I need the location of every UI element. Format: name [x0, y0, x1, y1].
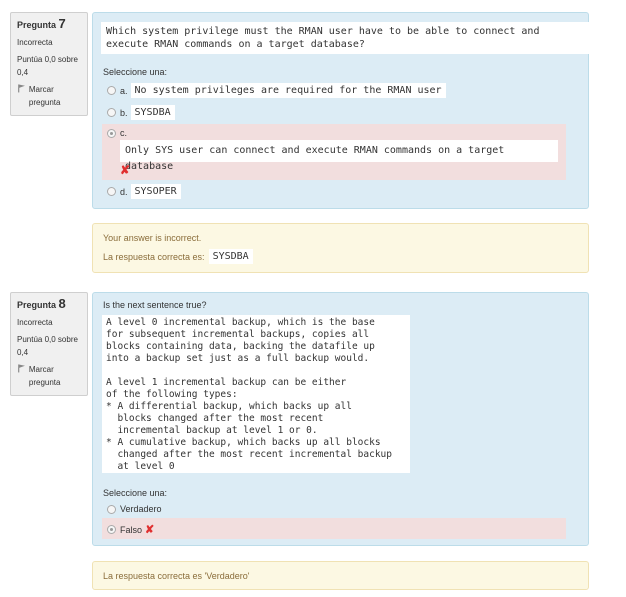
question-label: Pregunta	[17, 300, 57, 310]
radio-button[interactable]	[107, 187, 116, 196]
question-content-8: Is the next sentence true? A level 0 inc…	[92, 292, 589, 546]
answer-option-true[interactable]: Verdadero	[107, 504, 162, 514]
question-state: Incorrecta	[17, 318, 53, 327]
question-text: Which system privilege must the RMAN use…	[101, 22, 589, 54]
incorrect-icon: ✘	[120, 163, 131, 177]
flag-label: Marcar pregunta	[28, 365, 61, 387]
answer-option-false[interactable]: Falso ✘	[107, 523, 154, 536]
question-content-7: Which system privilege must the RMAN use…	[92, 12, 589, 209]
question-text: A level 0 incremental backup, which is t…	[102, 315, 410, 473]
radio-button[interactable]	[107, 504, 116, 514]
flag-label: Marcar pregunta	[28, 85, 61, 107]
question-info-7: Pregunta 7 Incorrecta Puntúa 0,0 sobre 0…	[10, 12, 88, 116]
option-letter: d.	[120, 186, 128, 197]
incorrect-answer-highlight	[102, 518, 566, 539]
radio-button[interactable]	[107, 86, 116, 95]
correct-answer-value: SYSDBA	[208, 249, 253, 264]
question-state: Incorrecta	[17, 38, 53, 47]
radio-button-selected[interactable]	[107, 128, 116, 138]
radio-button[interactable]	[107, 108, 116, 117]
feedback-box-8: La respuesta correcta es 'Verdadero'	[92, 561, 589, 590]
flag-question-link[interactable]: Marcar pregunta	[17, 363, 81, 389]
radio-button-selected[interactable]	[107, 525, 116, 534]
select-label: Seleccione una:	[103, 67, 168, 77]
option-text: Only SYS user can connect and execute RM…	[120, 140, 558, 172]
option-text: Verdadero	[120, 504, 162, 514]
flag-icon	[18, 364, 25, 373]
select-label: Seleccione una:	[103, 488, 168, 498]
correct-answer-line: La respuesta correcta es 'Verdadero'	[103, 571, 250, 581]
option-text: Falso	[120, 524, 143, 535]
answer-option-d[interactable]: d. SYSOPER	[107, 184, 181, 199]
question-grade: Puntúa 0,0 sobre 0,4	[17, 335, 78, 357]
question-grade: Puntúa 0,0 sobre 0,4	[17, 55, 78, 77]
question-number: Pregunta 8	[17, 297, 81, 312]
option-letter: c.	[120, 128, 128, 138]
question-number-value: 8	[58, 296, 66, 311]
question-intro: Is the next sentence true?	[103, 300, 207, 310]
question-number: Pregunta 7	[17, 17, 81, 32]
answer-option-c[interactable]: c.	[107, 128, 127, 138]
option-text: No system privileges are required for th…	[130, 83, 446, 98]
incorrect-icon: ✘	[145, 524, 155, 536]
option-text: SYSOPER	[130, 184, 181, 199]
flag-icon	[18, 84, 25, 93]
feedback-box-7: Your answer is incorrect. La respuesta c…	[92, 223, 589, 273]
feedback-incorrect: Your answer is incorrect.	[103, 233, 202, 243]
answer-option-a[interactable]: a. No system privileges are required for…	[107, 83, 446, 98]
option-text: SYSDBA	[130, 105, 175, 120]
correct-answer-prefix: La respuesta correcta es:	[103, 251, 205, 262]
question-info-8: Pregunta 8 Incorrecta Puntúa 0,0 sobre 0…	[10, 292, 88, 396]
flag-question-link[interactable]: Marcar pregunta	[17, 83, 81, 109]
option-letter: b.	[120, 107, 128, 118]
answer-option-b[interactable]: b. SYSDBA	[107, 105, 175, 120]
question-label: Pregunta	[17, 20, 57, 30]
question-number-value: 7	[58, 16, 66, 31]
option-letter: a.	[120, 85, 128, 96]
correct-answer-line: La respuesta correcta es: SYSDBA	[103, 249, 253, 264]
